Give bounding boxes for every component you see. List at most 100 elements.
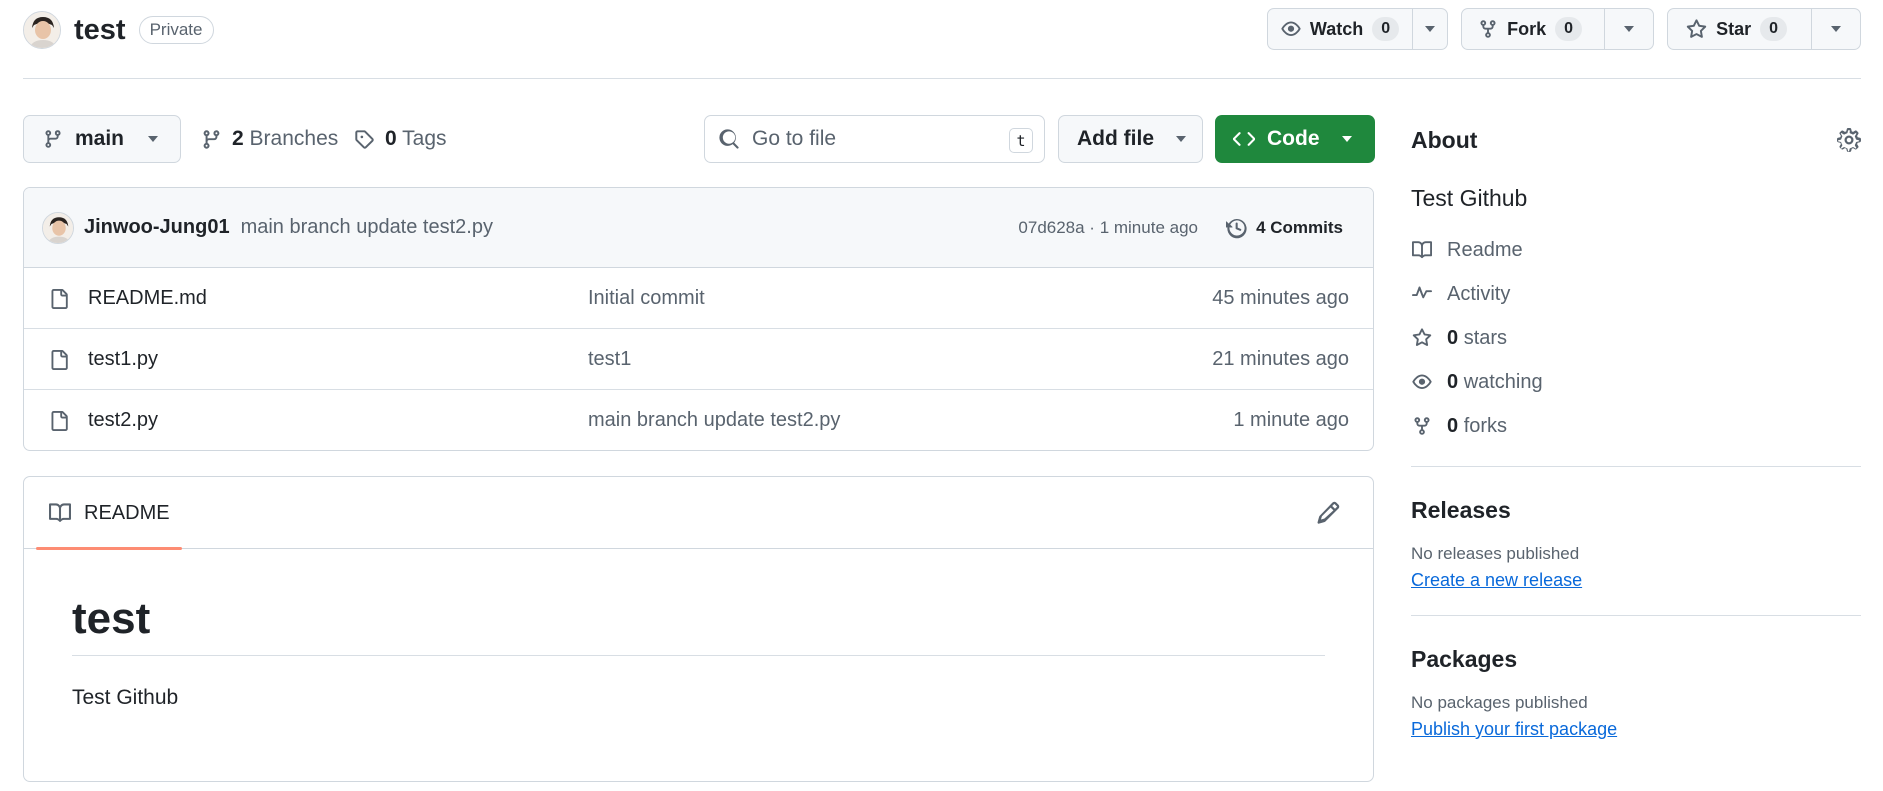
- chevron-down-icon: [1341, 136, 1352, 142]
- readme-heading: test: [72, 589, 1325, 656]
- fork-label: Fork: [1507, 18, 1547, 39]
- activity-link-label: Activity: [1447, 282, 1511, 305]
- file-commit-message[interactable]: main branch update test2.py: [588, 409, 840, 432]
- file-name[interactable]: test2.py: [88, 409, 158, 432]
- readme-tab-label: README: [84, 501, 170, 524]
- readme-paragraph: Test Github: [72, 686, 179, 709]
- about-description: Test Github: [1411, 185, 1528, 211]
- file-commit-message[interactable]: Initial commit: [588, 287, 705, 310]
- commits-count-label: 4 Commits: [1256, 217, 1343, 237]
- chevron-down-icon: [1425, 26, 1436, 32]
- star-label: Star: [1716, 18, 1752, 39]
- tab-readme[interactable]: README: [36, 477, 182, 550]
- add-file-button[interactable]: Add file: [1058, 115, 1203, 163]
- repo-actions: Watch 0 Fork 0 Star 0: [1266, 8, 1861, 50]
- file-commit-time: 21 minutes ago: [1212, 347, 1349, 370]
- fork-button[interactable]: Fork 0: [1462, 9, 1606, 49]
- book-icon: [48, 502, 72, 524]
- file-icon: [49, 410, 69, 432]
- latest-commit-bar: Jinwoo-Jung01 main branch update test2.p…: [24, 188, 1373, 268]
- gear-icon[interactable]: [1837, 128, 1861, 152]
- publish-package-link[interactable]: Publish your first package: [1411, 719, 1617, 740]
- code-button[interactable]: Code: [1215, 115, 1375, 163]
- tag-icon: [354, 129, 375, 150]
- commit-author[interactable]: Jinwoo-Jung01: [84, 216, 230, 239]
- packages-empty-text: No packages published: [1411, 693, 1588, 712]
- branch-selector[interactable]: main: [23, 115, 181, 163]
- readme-link[interactable]: Readme: [1411, 228, 1861, 272]
- file-row[interactable]: test1.py test1 21 minutes ago: [24, 329, 1373, 390]
- chevron-down-icon: [1831, 26, 1841, 32]
- file-commit-time: 1 minute ago: [1233, 409, 1349, 431]
- file-toolbar: main 2 Branches 0 Tags Go to file t Add …: [23, 115, 1375, 163]
- file-icon: [49, 288, 69, 310]
- chevron-down-icon: [1176, 136, 1186, 142]
- star-count: 0: [1760, 17, 1787, 41]
- fork-icon: [1411, 416, 1433, 436]
- file-commit-time: 45 minutes ago: [1212, 286, 1349, 309]
- branches-link[interactable]: 2 Branches: [201, 115, 338, 163]
- stars-link[interactable]: 0 stars: [1411, 316, 1861, 360]
- watch-label: Watch: [1309, 18, 1364, 39]
- sidebar-divider: [1411, 615, 1861, 616]
- star-button[interactable]: Star 0: [1668, 9, 1812, 49]
- watch-dropdown-button[interactable]: [1413, 9, 1447, 49]
- file-commit-message[interactable]: test1: [588, 348, 631, 371]
- tags-label: Tags: [402, 127, 447, 150]
- chevron-down-icon: [148, 136, 159, 142]
- create-release-link[interactable]: Create a new release: [1411, 570, 1582, 591]
- code-label: Code: [1267, 127, 1320, 150]
- forks-link[interactable]: 0 forks: [1411, 404, 1861, 448]
- star-button-group: Star 0: [1667, 8, 1861, 50]
- watching-link[interactable]: 0 watching: [1411, 360, 1861, 404]
- watch-button[interactable]: Watch 0: [1268, 9, 1414, 49]
- repo-sidebar: About Test Github Readme Activity 0 star…: [1411, 115, 1861, 740]
- file-name[interactable]: README.md: [88, 287, 207, 310]
- header-divider: [23, 78, 1861, 79]
- readme-content: test Test Github: [24, 549, 1373, 710]
- file-name[interactable]: test1.py: [88, 348, 158, 371]
- commit-message[interactable]: main branch update test2.py: [241, 216, 493, 239]
- eye-icon: [1411, 372, 1433, 392]
- branches-count: 2: [232, 127, 244, 150]
- repo-name[interactable]: test: [74, 11, 126, 49]
- readme-link-label: Readme: [1447, 238, 1523, 261]
- repo-header: test Private: [23, 11, 214, 49]
- file-row[interactable]: README.md Initial commit 45 minutes ago: [24, 268, 1373, 329]
- book-icon: [1411, 240, 1433, 260]
- branch-name: main: [75, 127, 125, 150]
- commit-hash-time[interactable]: 07d628a · 1 minute ago: [1018, 218, 1198, 238]
- watch-button-group: Watch 0: [1266, 8, 1449, 50]
- tags-count: 0: [385, 127, 397, 150]
- visibility-badge: Private: [138, 16, 214, 44]
- releases-title[interactable]: Releases: [1411, 497, 1861, 524]
- star-icon: [1411, 328, 1433, 348]
- fork-button-group: Fork 0: [1461, 8, 1655, 50]
- releases-empty-text: No releases published: [1411, 544, 1580, 563]
- commits-link[interactable]: 4 Commits: [1226, 217, 1343, 239]
- branch-icon: [201, 129, 222, 150]
- search-shortcut-hint: t: [1009, 128, 1033, 153]
- stars-count: 0: [1447, 326, 1459, 349]
- branches-label: Branches: [249, 127, 339, 150]
- file-row[interactable]: test2.py main branch update test2.py 1 m…: [24, 390, 1373, 450]
- branch-icon: [43, 129, 63, 149]
- forks-label: forks: [1463, 414, 1508, 437]
- go-to-file-input[interactable]: Go to file t: [704, 115, 1045, 163]
- tags-link[interactable]: 0 Tags: [354, 115, 447, 163]
- star-dropdown-button[interactable]: [1812, 9, 1860, 49]
- readme-panel: README test Test Github: [23, 476, 1374, 782]
- eye-icon: [1281, 19, 1301, 39]
- activity-link[interactable]: Activity: [1411, 272, 1861, 316]
- about-title: About: [1411, 126, 1478, 153]
- pulse-icon: [1411, 284, 1433, 304]
- owner-avatar[interactable]: [23, 11, 61, 49]
- author-avatar[interactable]: [42, 211, 74, 244]
- stars-label: stars: [1463, 326, 1508, 349]
- forks-count: 0: [1447, 414, 1459, 437]
- packages-title[interactable]: Packages: [1411, 646, 1861, 673]
- pencil-icon[interactable]: [1316, 501, 1340, 525]
- fork-dropdown-button[interactable]: [1605, 9, 1653, 49]
- file-browser: Jinwoo-Jung01 main branch update test2.p…: [23, 187, 1374, 451]
- watching-count: 0: [1447, 370, 1459, 393]
